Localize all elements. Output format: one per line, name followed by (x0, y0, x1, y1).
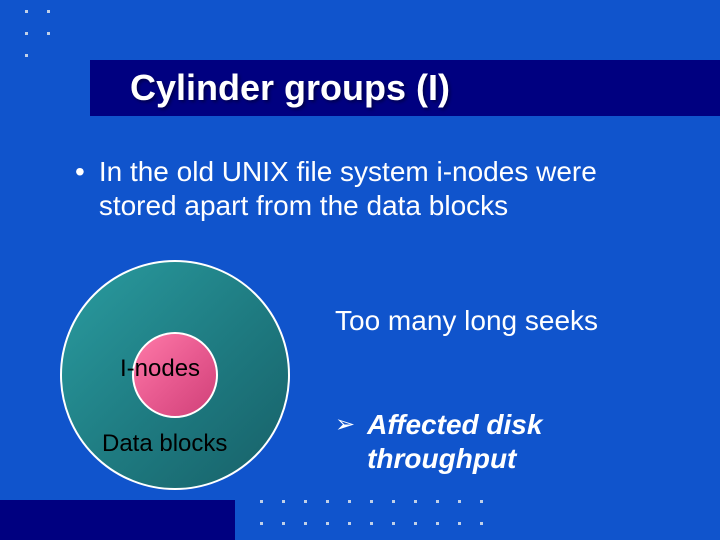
bullet-icon: • (75, 155, 85, 189)
main-bullet-text: In the old UNIX file system i-nodes were… (99, 155, 680, 223)
bottom-dots (260, 500, 490, 530)
arrow-bullet-text: Affected disk throughput (367, 408, 542, 476)
corner-dots-top-left (25, 10, 55, 60)
slide-title: Cylinder groups (I) (130, 67, 450, 109)
disk-diagram: I-nodes Data blocks (60, 260, 290, 490)
arrow-line-1: Affected disk (367, 409, 542, 440)
arrow-bullet: ➢ Affected disk throughput (335, 408, 690, 476)
title-bar: Cylinder groups (I) (90, 60, 720, 116)
arrow-line-2: throughput (367, 443, 516, 474)
main-bullet: • In the old UNIX file system i-nodes we… (75, 155, 680, 223)
inodes-label: I-nodes (120, 355, 200, 383)
arrow-icon: ➢ (335, 408, 355, 442)
data-blocks-label: Data blocks (102, 430, 227, 458)
seek-text: Too many long seeks (335, 305, 598, 337)
bottom-accent-bar (0, 500, 235, 540)
